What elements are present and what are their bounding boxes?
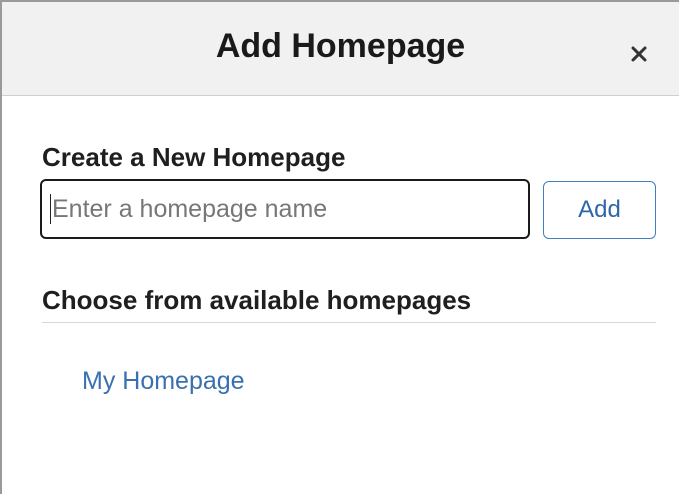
add-button[interactable]: Add [543,181,656,239]
text-caret [50,194,51,224]
dialog-header: Add Homepage [2,2,679,96]
add-homepage-dialog: Add Homepage Create a New Homepage Add C… [0,0,679,494]
close-icon [631,46,647,62]
section-divider [42,322,656,323]
choose-homepage-label: Choose from available homepages [42,285,472,315]
homepage-name-input[interactable] [40,179,530,239]
close-button[interactable] [627,42,653,68]
create-homepage-label: Create a New Homepage [42,142,346,172]
homepage-link-my-homepage[interactable]: My Homepage [82,366,245,396]
dialog-title: Add Homepage [215,27,466,65]
